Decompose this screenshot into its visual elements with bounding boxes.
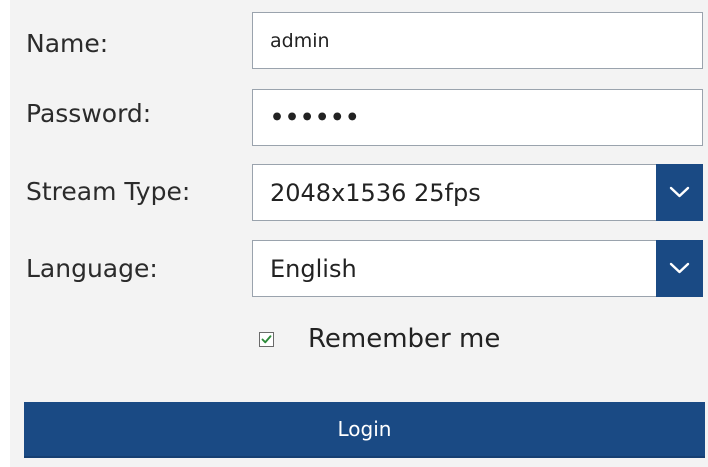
stream-type-select[interactable]: 2048x1536 25fps [252, 164, 703, 221]
remember-me-label[interactable]: Remember me [308, 326, 500, 352]
login-panel: Name: admin Password: •••••• Stream Type… [10, 0, 708, 467]
name-label: Name: [26, 29, 109, 58]
language-label: Language: [26, 254, 158, 283]
login-button[interactable]: Login [24, 402, 705, 458]
name-field[interactable]: admin [252, 12, 703, 69]
checkmark-icon [261, 335, 272, 344]
stream-type-dropdown-button[interactable] [656, 164, 703, 221]
chevron-down-icon [669, 186, 690, 198]
language-select[interactable]: English [252, 240, 703, 297]
language-dropdown-button[interactable] [656, 240, 703, 297]
language-value: English [270, 254, 357, 283]
password-value: •••••• [270, 105, 361, 130]
password-label: Password: [26, 99, 152, 128]
remember-me-checkbox[interactable] [259, 332, 274, 347]
stream-type-label: Stream Type: [26, 177, 191, 206]
stream-type-value: 2048x1536 25fps [270, 178, 481, 207]
chevron-down-icon [669, 262, 690, 274]
password-field[interactable]: •••••• [252, 89, 703, 146]
name-value: admin [270, 29, 330, 52]
